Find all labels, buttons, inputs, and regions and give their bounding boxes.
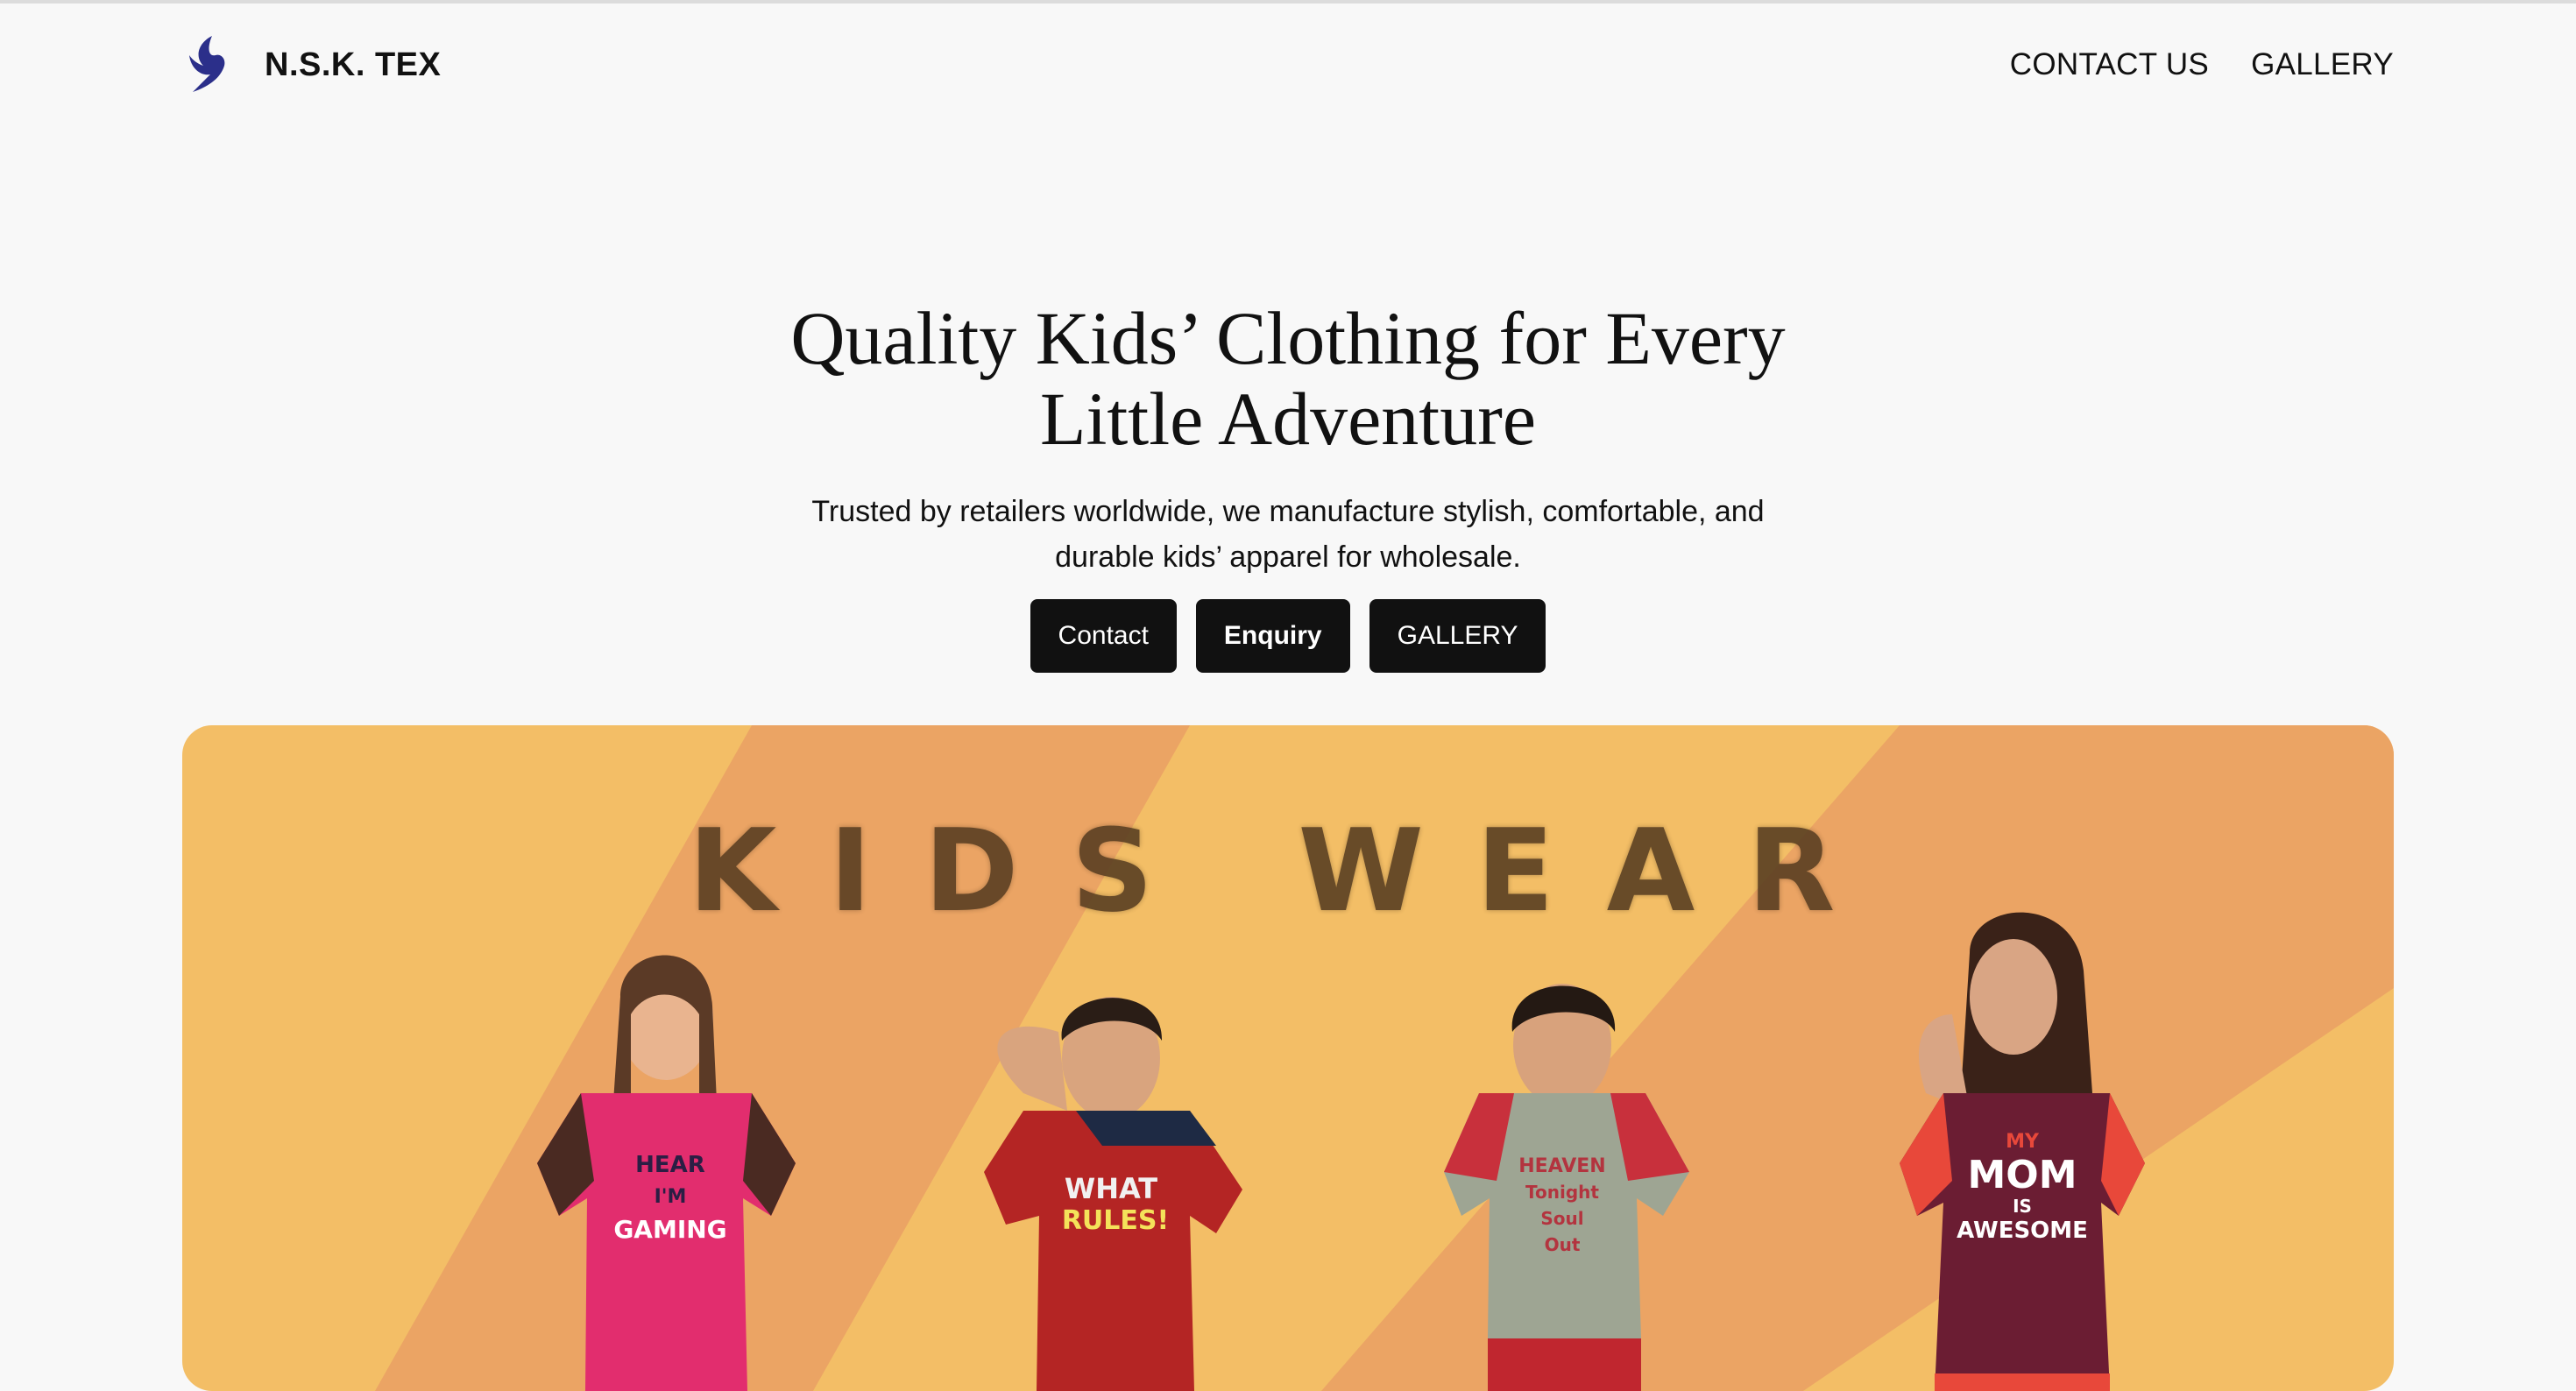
contact-button[interactable]: Contact <box>1030 599 1177 673</box>
girl2-shirt-text-3: IS <box>2013 1196 2032 1217</box>
top-border <box>0 0 2576 4</box>
enquiry-button[interactable]: Enquiry <box>1196 599 1350 673</box>
girl1-shirt-text-2: I'M <box>655 1186 687 1208</box>
gallery-button[interactable]: GALLERY <box>1369 599 1546 673</box>
boy2-shirt-text-4: Out <box>1545 1234 1581 1255</box>
nav-contact-link[interactable]: CONTACT US <box>2010 47 2209 82</box>
main-nav: CONTACT US GALLERY <box>2010 47 2394 82</box>
brand-name: N.S.K. TEX <box>265 46 441 84</box>
boy1-shirt-text-2: RULES! <box>1062 1205 1169 1236</box>
boy1-shirt-text-1: WHAT <box>1065 1172 1157 1205</box>
hero-section: Quality Kids’ Clothing for Every Little … <box>0 298 2576 673</box>
girl2-shirt-text-4: AWESOME <box>1957 1218 2088 1244</box>
banner-title: KIDS WEAR <box>182 804 2394 937</box>
girl2-shirt-text-1: MY <box>2006 1131 2040 1153</box>
girl1-shirt-text-1: HEAR <box>635 1152 705 1178</box>
bird-wing-logo-icon <box>182 34 231 95</box>
site-header: N.S.K. TEX CONTACT US GALLERY <box>182 32 2394 98</box>
boy2-shirt-text-1: HEAVEN <box>1518 1155 1605 1177</box>
girl1-shirt-text-3: GAMING <box>613 1215 726 1244</box>
boy2-shirt-text-3: Soul <box>1540 1208 1583 1229</box>
kids-wear-banner: HEAR I'M GAMING WHAT RULES! HEAVEN Tonig… <box>182 725 2394 1391</box>
brand[interactable]: N.S.K. TEX <box>182 34 441 95</box>
boy2-shirt-text-2: Tonight <box>1525 1182 1599 1203</box>
hero-buttons: Contact Enquiry GALLERY <box>0 599 2576 673</box>
nav-gallery-link[interactable]: GALLERY <box>2251 47 2394 82</box>
girl2-shirt-text-2: MOM <box>1968 1153 2077 1197</box>
hero-title: Quality Kids’ Clothing for Every Little … <box>762 298 1814 459</box>
hero-subtitle: Trusted by retailers worldwide, we manuf… <box>797 489 1779 580</box>
